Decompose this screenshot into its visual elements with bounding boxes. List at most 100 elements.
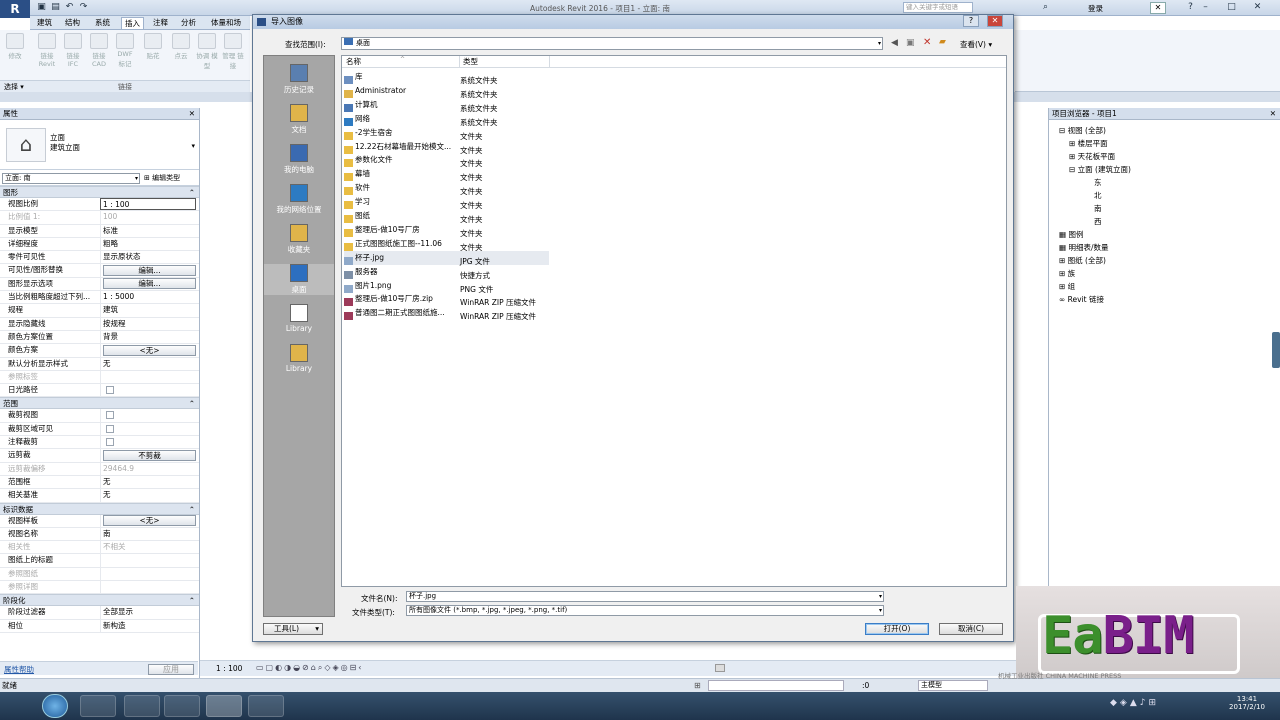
help-icon[interactable]: ? (1185, 2, 1196, 13)
file-row[interactable]: 普通图二期正式图图纸施... WinRAR ZIP 压缩文件 (344, 306, 549, 321)
help-icon[interactable]: ? (963, 15, 979, 27)
tab-analyze[interactable]: 分析 (178, 17, 199, 29)
property-value[interactable]: <无> (100, 344, 196, 357)
property-value[interactable]: 显示原状态 (100, 251, 196, 264)
property-value[interactable]: 1 : 100 (100, 198, 196, 211)
taskbar-app-icon[interactable] (124, 695, 160, 717)
property-value[interactable]: 建筑 (100, 304, 196, 317)
column-type[interactable]: 类型 (463, 56, 478, 68)
login-label[interactable]: 登录 (1088, 3, 1103, 14)
tools-button[interactable]: 工具(L) ▾ (263, 623, 323, 635)
navigation-bar-handle[interactable] (1272, 332, 1280, 368)
sidebar-place[interactable]: 文档 (264, 104, 334, 135)
file-row[interactable]: 学习 文件夹 (344, 195, 549, 210)
taskbar-folder-icon[interactable] (80, 695, 116, 717)
tab-insert[interactable]: 插入 (121, 17, 144, 29)
cancel-button[interactable]: 取消(C) (939, 623, 1003, 635)
sidebar-place[interactable]: Library (264, 304, 334, 333)
browser-node[interactable]: ▦ 明细表/数量 (1059, 243, 1109, 253)
search-input[interactable]: 键入关键字或短语 (903, 2, 973, 13)
tree-expander-icon[interactable]: ⊞ (1069, 152, 1078, 161)
start-button[interactable] (42, 694, 68, 718)
browser-node[interactable]: ⊟ 视图 (全部) (1059, 126, 1106, 136)
search-icon[interactable]: ⌕ (1040, 2, 1051, 13)
clock[interactable]: 13:41 2017/2/10 (1224, 695, 1270, 711)
property-checkbox[interactable] (106, 438, 114, 447)
maximize-icon[interactable]: □ (1226, 2, 1237, 13)
new-folder-icon[interactable]: ▰ (939, 37, 946, 47)
tree-expander-icon[interactable]: ⊟ (1069, 165, 1078, 174)
browser-node[interactable]: ⊞ 族 (1059, 269, 1075, 279)
sidebar-place[interactable]: Library (264, 344, 334, 373)
sidebar-place[interactable]: 历史记录 (264, 64, 334, 95)
collapse-icon[interactable]: ⌃ (189, 595, 195, 607)
property-value[interactable]: 编辑... (100, 264, 196, 277)
link-revit-button[interactable]: 链接 Revit (36, 33, 58, 68)
file-row[interactable]: 软件 文件夹 (344, 181, 549, 196)
tree-expander-icon[interactable]: ⊞ (1059, 269, 1068, 278)
dwf-markup-button[interactable]: DWF 标记 (114, 33, 136, 68)
section-header[interactable]: 图形 ⌃ (0, 186, 199, 198)
close-icon[interactable]: ✕ (987, 15, 1003, 27)
minimize-icon[interactable]: – (1200, 2, 1211, 13)
file-row[interactable]: -2学生宿舍 文件夹 (344, 126, 549, 141)
property-value[interactable]: 无 (100, 489, 196, 502)
browser-node[interactable]: ▦ 图例 (1059, 230, 1083, 240)
property-edit-button[interactable]: 编辑... (103, 278, 196, 290)
sidebar-place[interactable]: 我的电脑 (264, 144, 334, 175)
file-row[interactable]: 正式图图纸施工图--11.06 文件夹 (344, 237, 549, 252)
file-row[interactable]: 整理后-做10号厂房 文件夹 (344, 223, 549, 238)
taskbar-word-icon[interactable] (164, 695, 200, 717)
property-value[interactable]: 无 (100, 357, 196, 370)
tree-expander-icon[interactable]: ∞ (1059, 295, 1068, 304)
collapse-icon[interactable]: ⌃ (189, 398, 195, 410)
property-value[interactable]: 粗略 (100, 237, 196, 251)
tab-systems[interactable]: 系统 (92, 17, 113, 29)
scroll-thumb[interactable] (715, 664, 725, 672)
file-row[interactable]: 网络 系统文件夹 (344, 112, 549, 127)
open-button[interactable]: 打开(O) (865, 623, 929, 635)
file-row[interactable]: 图纸 文件夹 (344, 209, 549, 224)
browser-node[interactable]: ⊞ 组 (1059, 282, 1075, 292)
property-value[interactable]: 新构造 (100, 619, 196, 632)
undo-icon[interactable]: ↶ (64, 2, 75, 13)
browser-node[interactable]: ⊞ 楼层平面 (1069, 139, 1108, 149)
view-scale[interactable]: 1 : 100 (216, 664, 242, 673)
property-value[interactable] (100, 554, 196, 567)
filename-input[interactable]: 杯子.jpg ▾ (406, 591, 884, 602)
app-menu-button[interactable]: R (0, 0, 30, 18)
worksets-icon[interactable]: ⊞ (694, 679, 701, 693)
property-value[interactable]: 全部显示 (100, 606, 196, 619)
view-menu[interactable]: 查看(V) ▾ (960, 39, 992, 50)
file-row[interactable]: 库系统文件夹 (344, 70, 549, 85)
section-header[interactable]: 标识数据 ⌃ (0, 502, 199, 515)
sidebar-place[interactable]: 收藏夹 (264, 224, 334, 255)
close-icon[interactable]: ✕ (189, 108, 195, 120)
property-value[interactable] (100, 384, 196, 397)
browser-node[interactable]: 北 (1094, 191, 1102, 201)
properties-help-link[interactable]: 属性帮助 (4, 664, 34, 675)
dialog-title-bar[interactable]: 导入图像 ? ✕ (253, 15, 1013, 29)
look-in-combo[interactable]: 桌面 ▾ (341, 37, 883, 50)
property-edit-button[interactable]: <无> (103, 344, 196, 356)
taskbar-revit-icon[interactable] (206, 695, 242, 717)
file-list[interactable]: 名称 ^ 类型 库系统文件夹 Administrator 系统文件夹 计算机 系统文件夹… (341, 55, 1007, 587)
instance-filter[interactable]: 立面: 南 ▾ (2, 173, 140, 184)
property-edit-button[interactable]: <无> (103, 515, 196, 527)
browser-node[interactable]: ⊟ 立面 (建筑立面) (1069, 165, 1131, 175)
apply-button[interactable]: 应用 (148, 663, 194, 675)
property-value[interactable]: 编辑... (100, 277, 196, 291)
sidebar-place[interactable]: 桌面 (264, 264, 334, 295)
tab-massing[interactable]: 体量和场地 (208, 17, 250, 39)
back-icon[interactable]: ◀ (891, 38, 898, 48)
type-selector[interactable]: ⌂ 立面 建筑立面 ▾ (0, 120, 199, 170)
property-value[interactable] (100, 422, 196, 436)
select-dropdown[interactable]: 选择 ▾ (4, 82, 24, 92)
drawing-canvas[interactable] (200, 108, 252, 678)
browser-node[interactable]: 西 (1094, 217, 1102, 227)
property-value[interactable]: 按规程 (100, 317, 196, 330)
file-row[interactable]: 服务器 快捷方式 (344, 265, 549, 280)
column-name[interactable]: 名称 (346, 56, 361, 68)
property-checkbox[interactable] (106, 411, 114, 420)
property-value[interactable]: 1 : 5000 (100, 291, 196, 304)
